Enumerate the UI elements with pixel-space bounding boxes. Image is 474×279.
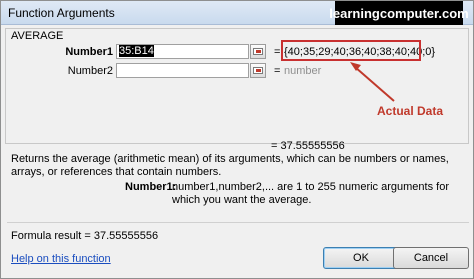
function-result-preview: = 37.55555556 [271, 140, 345, 152]
number1-input[interactable]: 35:B14 [116, 44, 249, 59]
actual-data-callout: Actual Data [377, 104, 444, 118]
formula-result: Formula result = 37.55555556 [11, 230, 159, 242]
number2-value: number [284, 65, 322, 77]
function-name: AVERAGE [11, 30, 64, 42]
title-bar[interactable]: Function Arguments learningcomputer.com [1, 1, 473, 25]
number2-input[interactable] [116, 63, 249, 78]
actual-data-highlight-box [281, 40, 421, 61]
ok-button[interactable]: OK [323, 247, 399, 269]
window-title: Function Arguments [8, 6, 115, 20]
arg-label-number2: Number2 [67, 65, 113, 77]
argument-help-label: Number1: [125, 181, 177, 193]
number1-collapse-button[interactable] [250, 44, 266, 59]
watermark-banner: learningcomputer.com [329, 1, 469, 25]
number2-equals: = [274, 65, 281, 77]
number2-collapse-button[interactable] [250, 63, 266, 78]
divider [7, 222, 469, 223]
function-arguments-dialog: Function Arguments learningcomputer.com … [0, 0, 474, 279]
number1-selected-text: 35:B14 [119, 45, 154, 57]
collapse-dialog-icon [253, 48, 263, 55]
number1-equals: = [274, 46, 281, 58]
argument-help-text: number1,number2,... are 1 to 255 numeric… [172, 181, 449, 206]
function-description: Returns the average (arithmetic mean) of… [11, 153, 449, 178]
arg-label-number1: Number1 [65, 46, 113, 58]
help-on-function-link[interactable]: Help on this function [11, 253, 111, 265]
cancel-button[interactable]: Cancel [393, 247, 469, 269]
collapse-dialog-icon [253, 67, 263, 74]
